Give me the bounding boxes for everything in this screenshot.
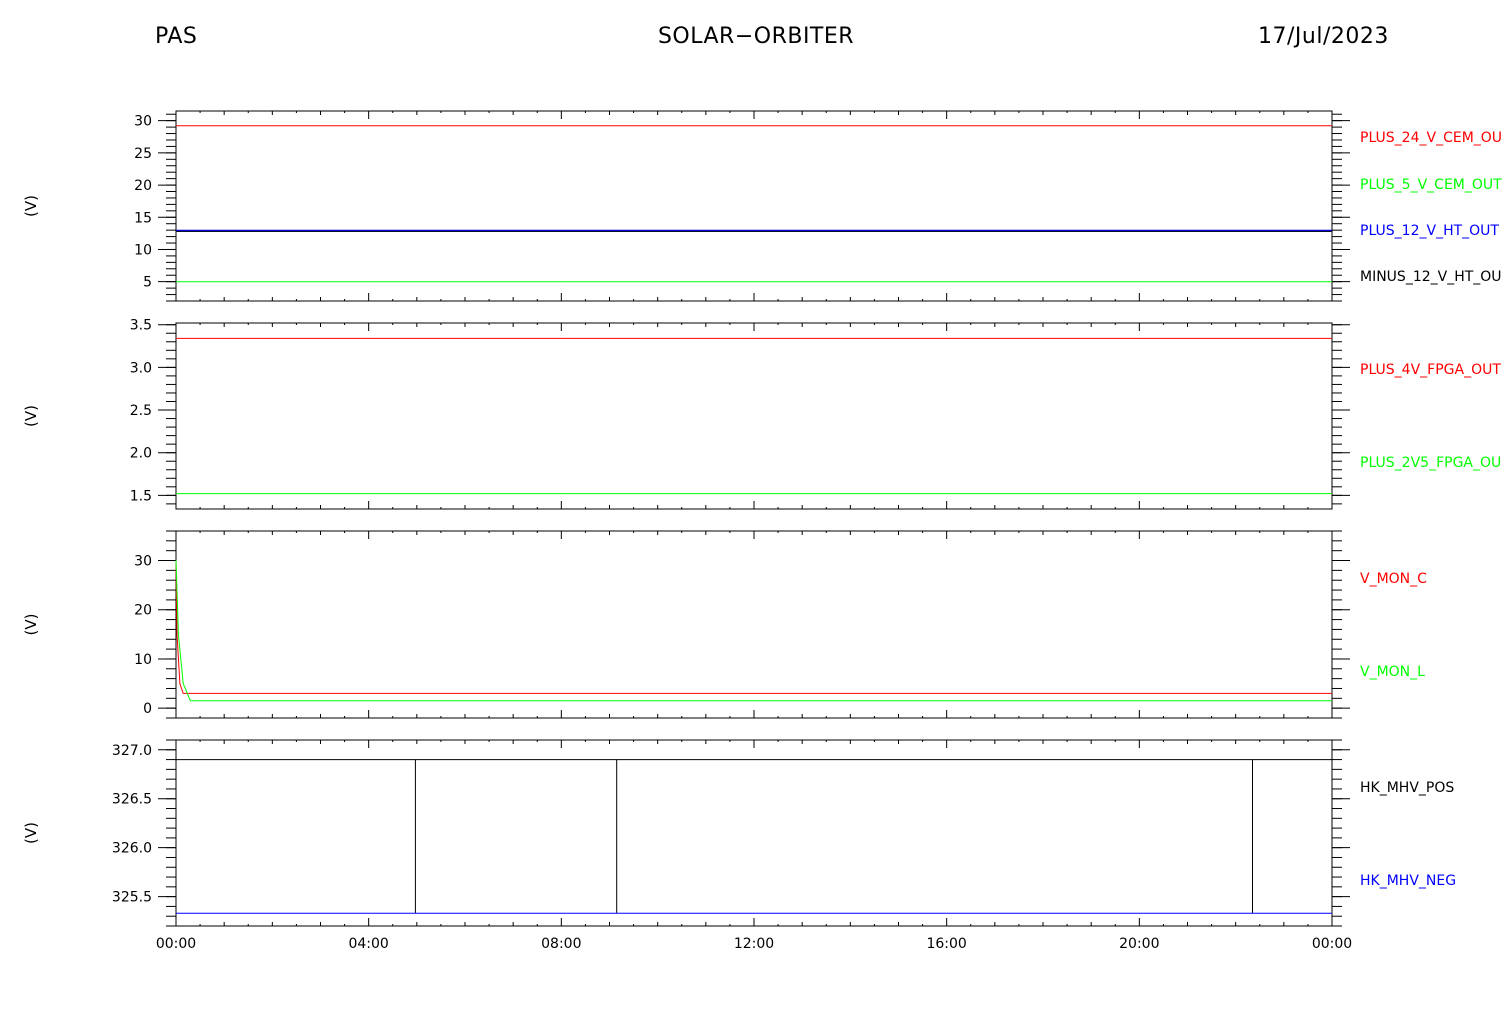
plot-frame	[175, 530, 1333, 719]
y-tick-label: 326.0	[112, 841, 152, 857]
y-tick-label: 2.5	[130, 403, 152, 419]
y-tick-label: 15	[134, 210, 152, 226]
y-tick-label: 327.0	[112, 743, 152, 759]
y-tick-label: 30	[134, 114, 152, 130]
legend-label: V_MON_L	[1360, 664, 1425, 680]
legend-label: HK_MHV_NEG	[1360, 873, 1456, 889]
plot-frame	[175, 322, 1333, 510]
y-tick-label: 1.5	[130, 488, 152, 504]
y-axis-label: (V)	[22, 822, 40, 844]
y-tick-label: 326.5	[112, 792, 152, 808]
x-tick-label: 00:00	[156, 936, 196, 952]
y-axis-label: (V)	[22, 405, 40, 427]
y-tick-label: 5	[143, 275, 152, 291]
y-tick-label: 10	[134, 242, 152, 258]
y-tick-label: 20	[134, 178, 152, 194]
legend-label: HK_MHV_POS	[1360, 780, 1454, 796]
legend-label: PLUS_2V5_FPGA_OU	[1360, 455, 1501, 471]
legend-label: MINUS_12_V_HT_OU	[1360, 269, 1502, 285]
y-tick-label: 30	[134, 554, 152, 570]
x-tick-label: 04:00	[348, 936, 388, 952]
y-tick-label: 3.5	[130, 318, 152, 334]
y-tick-label: 325.5	[112, 890, 152, 906]
x-tick-label: 20:00	[1119, 936, 1159, 952]
x-tick-label: 08:00	[541, 936, 581, 952]
plot-frame	[175, 110, 1333, 302]
plot-frame	[175, 739, 1333, 927]
y-axis-label: (V)	[22, 195, 40, 217]
legend-label: PLUS_4V_FPGA_OUT	[1360, 362, 1501, 378]
series-line	[175, 560, 1332, 694]
y-tick-label: 3.0	[130, 360, 152, 376]
chart-canvas: 5 10 15 20 25 30 (V) PLUS_24_V_CEM_OU PLUS_5_V_C…	[22, 110, 1502, 952]
legend-label: PLUS_5_V_CEM_OUT	[1360, 177, 1502, 193]
series-line	[176, 759, 1332, 914]
y-tick-label: 25	[134, 146, 152, 162]
series-line	[175, 560, 1332, 702]
legend-label: PLUS_12_V_HT_OUT	[1360, 223, 1499, 239]
x-tick-label: 12:00	[734, 936, 774, 952]
y-tick-label: 20	[134, 603, 152, 619]
y-tick-label: 2.0	[130, 446, 152, 462]
y-tick-label: 10	[134, 652, 152, 668]
legend-label: V_MON_C	[1360, 571, 1427, 587]
y-axis-label: (V)	[22, 614, 40, 636]
x-tick-label: 16:00	[926, 936, 966, 952]
legend-label: PLUS_24_V_CEM_OU	[1360, 130, 1502, 146]
x-tick-label: 00:00	[1312, 936, 1352, 952]
y-tick-label: 0	[143, 701, 152, 717]
